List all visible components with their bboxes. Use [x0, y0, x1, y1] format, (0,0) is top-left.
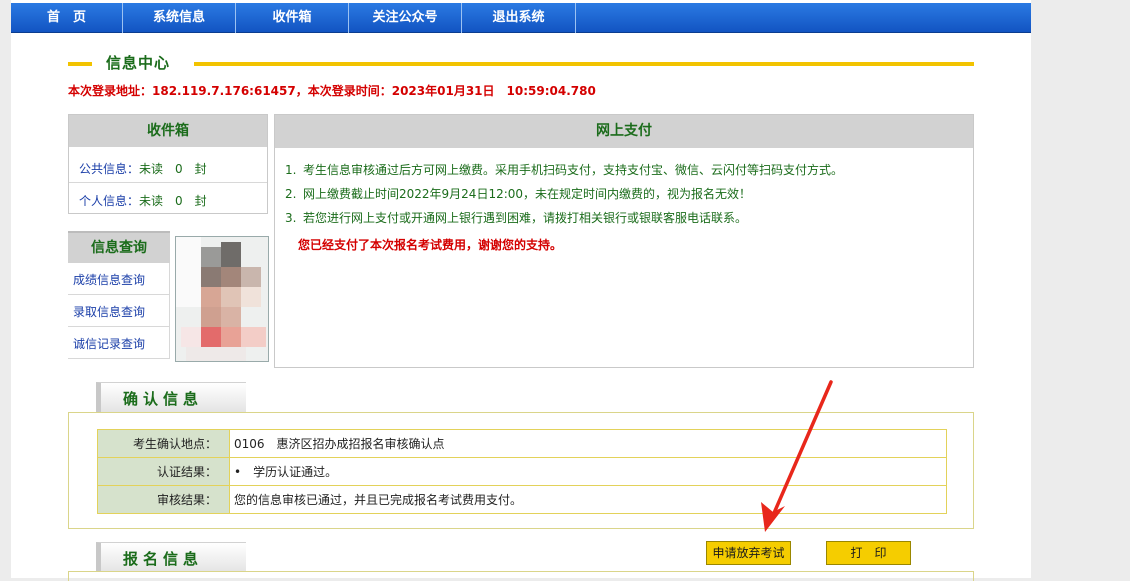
payment-instructions: 1. 考生信息审核通过后方可网上缴费。采用手机扫码支付，支持支付宝、微信、云闪付等… — [285, 161, 843, 233]
certification-result-value: • 学历认证通过。 — [229, 457, 947, 486]
nav-system-info[interactable]: 系统信息 — [123, 3, 236, 33]
query-panel: 信息查询 成绩信息查询 录取信息查询 诚信记录查询 — [68, 231, 170, 366]
payment-title: 网上支付 — [275, 115, 973, 148]
inbox-public-row[interactable]: 公共信息：未读 0 封 — [79, 160, 207, 177]
inbox-public-label: 公共信息： — [79, 162, 140, 176]
nav-logout[interactable]: 退出系统 — [462, 3, 576, 33]
inbox-private-row[interactable]: 个人信息：未读 0 封 — [79, 192, 207, 209]
info-center-title: 信息中心 — [106, 54, 171, 72]
query-title: 信息查询 — [68, 231, 170, 263]
table-row: 考生确认地点： 0106 惠济区招办成招报名审核确认点 — [97, 429, 947, 458]
inbox-panel: 收件箱 公共信息：未读 0 封 个人信息：未读 0 封 — [68, 114, 268, 214]
nav-home[interactable]: 首 页 — [11, 3, 123, 33]
confirm-info-box: 考生确认地点： 0106 惠济区招办成招报名审核确认点 认证结果： • 学历认证… — [68, 412, 974, 529]
list-number: 1. — [285, 163, 297, 177]
abandon-exam-button[interactable]: 申请放弃考试 — [706, 541, 791, 565]
nav-follow[interactable]: 关注公众号 — [349, 3, 462, 33]
list-item-text: 网上缴费截止时间2022年9月24日12:00，未在规定时间内缴费的，视为报名无… — [303, 187, 752, 201]
login-info: 本次登录地址：182.119.7.176:61457，本次登录时间：2023年0… — [68, 84, 596, 98]
list-item: 1. 考生信息审核通过后方可网上缴费。采用手机扫码支付，支持支付宝、微信、云闪付等… — [285, 161, 843, 185]
credit-record-query-link[interactable]: 诚信记录查询 — [68, 327, 170, 359]
list-item-text: 考生信息审核通过后方可网上缴费。采用手机扫码支付，支持支付宝、微信、云闪付等扫码… — [303, 163, 844, 177]
table-row: 认证结果： • 学历认证通过。 — [97, 457, 947, 486]
list-item: 3. 若您进行网上支付或开通网上银行遇到困难，请拨打相关银行或银联客服电话联系。 — [285, 209, 843, 233]
page: 首 页 系统信息 收件箱 关注公众号 退出系统 信息中心 本次登录地址：182.… — [11, 0, 1031, 581]
registration-info-box — [68, 571, 974, 581]
payment-status-note: 您已经支付了本次报名考试费用，谢谢您的支持。 — [298, 238, 563, 252]
inbox-public-value: 未读 0 封 — [139, 162, 207, 176]
confirm-location-label: 考生确认地点： — [97, 429, 230, 458]
confirm-info-tab: 确认信息 — [96, 382, 246, 412]
inbox-title: 收件箱 — [69, 115, 267, 147]
divider — [69, 182, 267, 183]
confirm-info-title: 确认信息 — [123, 390, 204, 408]
certification-result-label: 认证结果： — [97, 457, 230, 486]
list-number: 3. — [285, 211, 297, 225]
registration-info-tab: 报名信息 — [96, 542, 246, 572]
review-result-value: 您的信息审核已通过，并且已完成报名考试费用支付。 — [229, 485, 947, 514]
print-button[interactable]: 打 印 — [826, 541, 911, 565]
heading-bar-left — [68, 62, 92, 66]
heading-bar-right — [194, 62, 974, 66]
confirm-table: 考生确认地点： 0106 惠济区招办成招报名审核确认点 认证结果： • 学历认证… — [97, 429, 947, 514]
admission-query-link[interactable]: 录取信息查询 — [68, 295, 170, 327]
list-number: 2. — [285, 187, 297, 201]
list-item: 2. 网上缴费截止时间2022年9月24日12:00，未在规定时间内缴费的，视为报… — [285, 185, 843, 209]
payment-panel: 网上支付 1. 考生信息审核通过后方可网上缴费。采用手机扫码支付，支持支付宝、微信… — [274, 114, 974, 368]
confirm-location-value: 0106 惠济区招办成招报名审核确认点 — [229, 429, 947, 458]
review-result-label: 审核结果： — [97, 485, 230, 514]
nav-inbox[interactable]: 收件箱 — [236, 3, 349, 33]
inbox-private-label: 个人信息： — [79, 194, 140, 208]
info-center-heading: 信息中心 — [68, 50, 974, 74]
top-nav: 首 页 系统信息 收件箱 关注公众号 退出系统 — [11, 3, 1031, 33]
table-row: 审核结果： 您的信息审核已通过，并且已完成报名考试费用支付。 — [97, 485, 947, 514]
registration-info-title: 报名信息 — [123, 550, 204, 568]
list-item-text: 若您进行网上支付或开通网上银行遇到困难，请拨打相关银行或银联客服电话联系。 — [303, 211, 748, 225]
inbox-private-value: 未读 0 封 — [139, 194, 207, 208]
candidate-photo — [175, 236, 269, 362]
score-query-link[interactable]: 成绩信息查询 — [68, 263, 170, 295]
